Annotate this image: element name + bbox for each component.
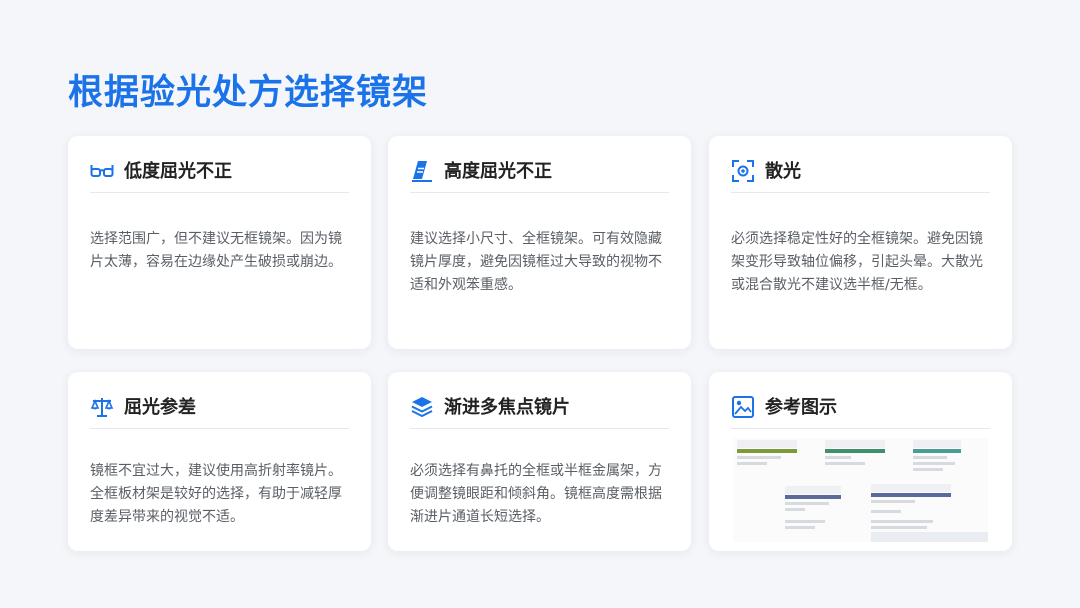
balance-scale-icon <box>90 398 114 417</box>
page-title: 根据验光处方选择镜架 <box>68 73 429 113</box>
card-high-refractive-error: 高度屈光不正 建议选择小尺寸、全框镜架。可有效隐藏镜片厚度，避免因镜框过大导致的… <box>388 136 691 349</box>
card-header: 低度屈光不正 <box>90 160 349 193</box>
card-low-refractive-error: 低度屈光不正 选择范围广，但不建议无框镜架。因为镜片太薄，容易在边缘处产生破损或… <box>68 136 371 349</box>
card-astigmatism: 散光 必须选择稳定性好的全框镜架。避免因镜架变形导致轴位偏移，引起头晕。大散光或… <box>709 136 1012 349</box>
card-title: 渐进多焦点镜片 <box>444 397 570 418</box>
card-body: 选择范围广，但不建议无框镜架。因为镜片太薄，容易在边缘处产生破损或崩边。 <box>90 231 342 270</box>
card-title: 低度屈光不正 <box>124 161 232 182</box>
card-anisometropia: 屈光参差 镜框不宜过大，建议使用高折射率镜片。全框板材架是较好的选择，有助于减轻… <box>68 372 371 551</box>
card-header: 渐进多焦点镜片 <box>410 396 669 429</box>
card-body: 必须选择有鼻托的全框或半框金属架，方便调整镜眼距和倾斜角。镜框高度需根据渐进片通… <box>410 463 662 525</box>
focus-target-icon <box>732 160 754 182</box>
card-header: 参考图示 <box>731 396 990 429</box>
reference-diagram-image <box>733 438 988 542</box>
card-title: 散光 <box>765 161 801 182</box>
card-header: 高度屈光不正 <box>410 160 669 193</box>
card-body: 必须选择稳定性好的全框镜架。避免因镜架变形导致轴位偏移，引起头晕。大散光或混合散… <box>731 231 983 293</box>
glasses-icon <box>90 165 114 177</box>
layers-icon <box>411 397 433 418</box>
card-body: 镜框不宜过大，建议使用高折射率镜片。全框板材架是较好的选择，有助于减轻厚度差异带… <box>90 463 342 525</box>
card-progressive-lens: 渐进多焦点镜片 必须选择有鼻托的全框或半框金属架，方便调整镜眼距和倾斜角。镜框高… <box>388 372 691 551</box>
card-reference-diagram: 参考图示 <box>709 372 1012 551</box>
card-title: 高度屈光不正 <box>444 161 552 182</box>
card-title: 参考图示 <box>765 397 837 418</box>
card-title: 屈光参差 <box>124 397 196 418</box>
image-icon <box>732 396 754 418</box>
card-header: 散光 <box>731 160 990 193</box>
card-body: 建议选择小尺寸、全框镜架。可有效隐藏镜片厚度，避免因镜框过大导致的视物不适和外观… <box>410 231 662 293</box>
thick-lens-icon <box>412 161 432 182</box>
card-header: 屈光参差 <box>90 396 349 429</box>
